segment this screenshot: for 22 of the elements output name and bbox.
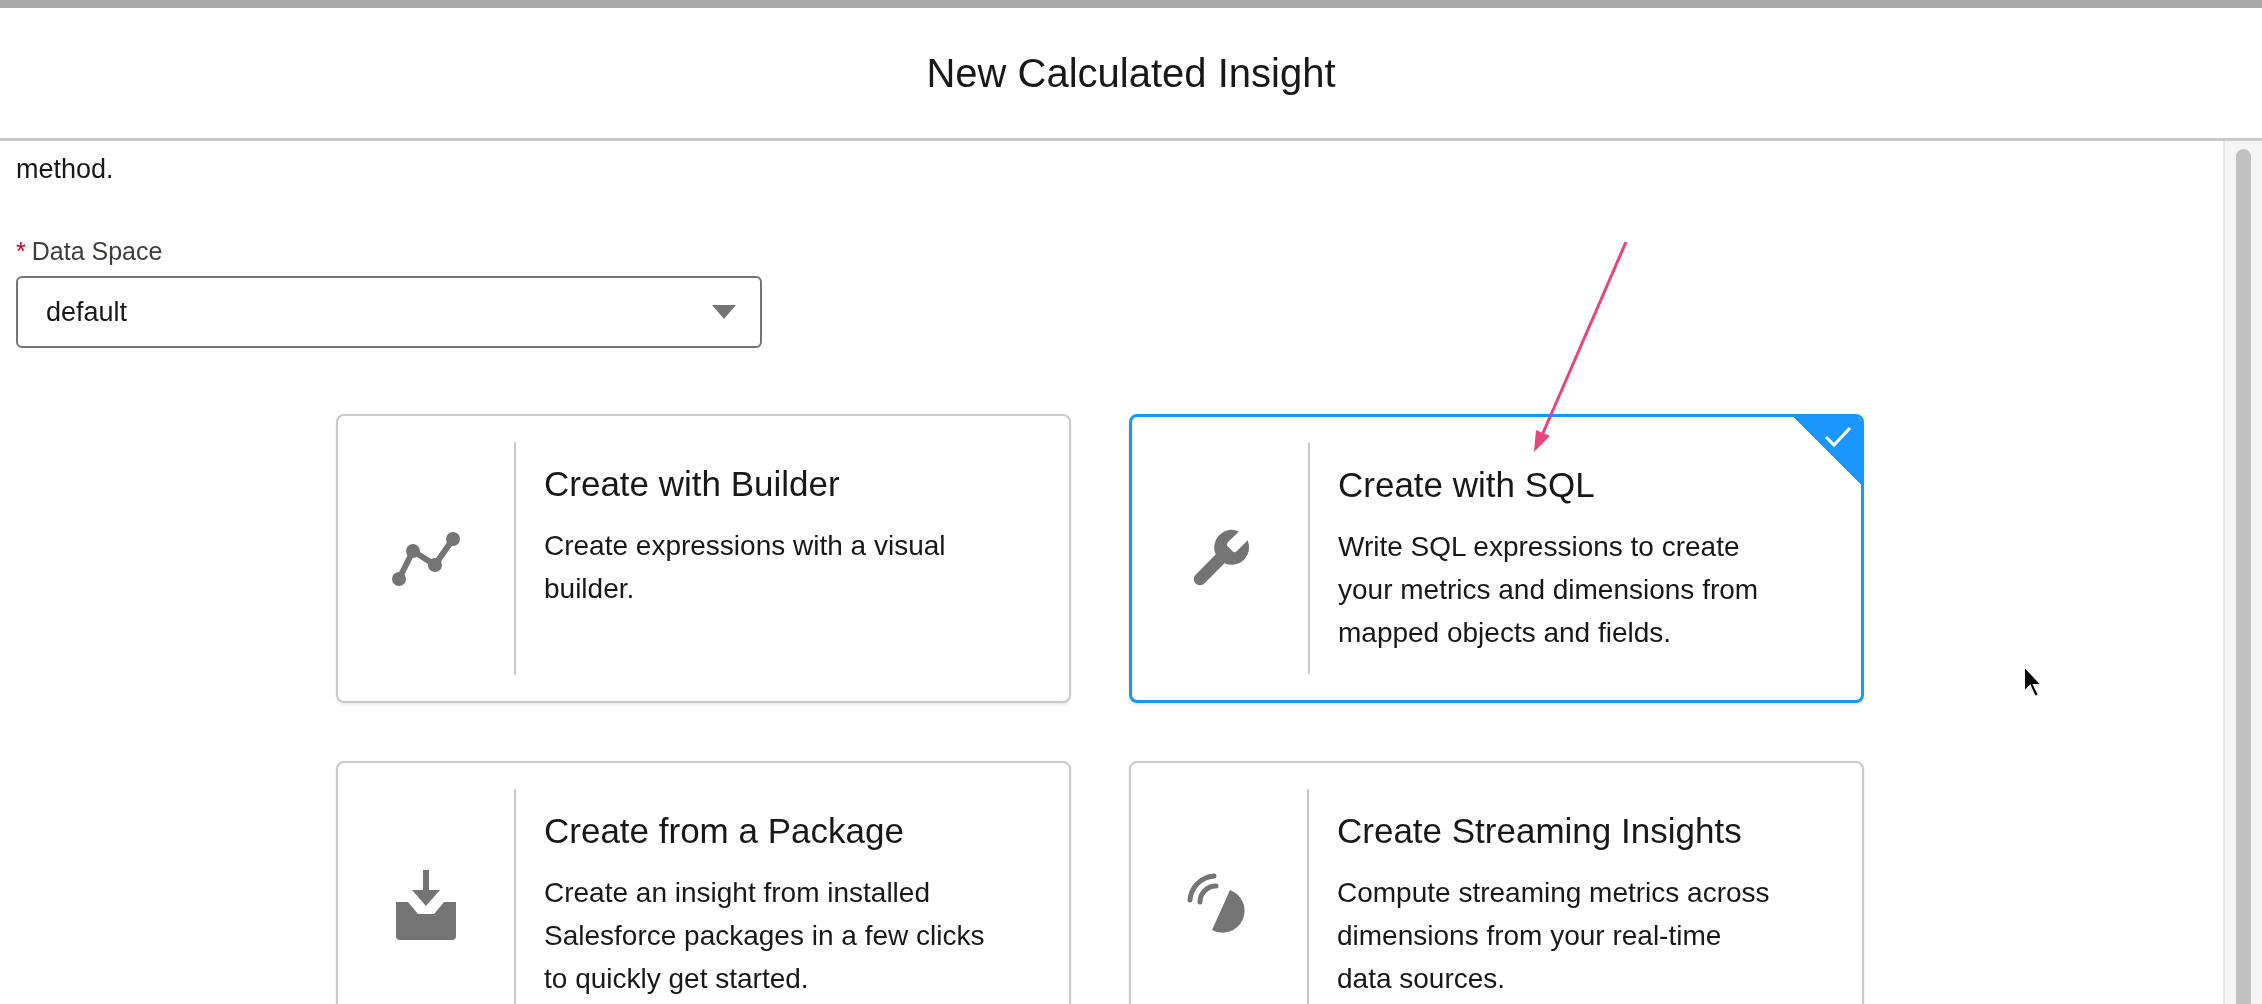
option-card[interactable]: Create Streaming Insights Compute streaming metrics across dimensions from your real-time data sources.	[1129, 761, 1864, 1004]
line-chart-icon	[391, 530, 461, 587]
option-card[interactable]: Create with SQL Write SQL expressions to create your metrics and dimensions from mapped objects and fields.	[1129, 414, 1864, 703]
option-description: Write SQL expressions to create your metrics and dimensions from mapped objects and fields.	[1338, 530, 1760, 650]
option-description: Create expressions with a visual builder.	[544, 529, 947, 606]
option-title: Create Streaming Insights	[1337, 810, 1743, 852]
option-title: Create with SQL	[1338, 464, 1596, 506]
intro-text: method.	[16, 153, 115, 186]
option-description: Create an insight from installed Salesforce packages in a few clicks to quickly get started.	[544, 876, 986, 996]
option-card[interactable]: Create from a Package Create an insight from installed Salesforce packages in a few clicks to quickly get started.	[336, 761, 1071, 1004]
scrollbar[interactable]	[2223, 141, 2262, 1004]
caret-icon	[712, 305, 736, 319]
option-title: Create with Builder	[544, 463, 841, 505]
check-icon	[1823, 425, 1853, 449]
option-description: Compute streaming metrics across dimensions from your real-time data sources.	[1337, 876, 1771, 996]
option-title: Create from a Package	[544, 810, 905, 852]
field-label: Data Space	[31, 237, 163, 266]
data-space-select[interactable]: default	[16, 276, 762, 348]
download-tray-icon	[394, 869, 458, 940]
modal-title: New Calculated Insight	[926, 50, 1336, 96]
required-marker: *	[16, 237, 26, 266]
option-card[interactable]: Create with Builder Create expressions with a visual builder.	[336, 414, 1071, 703]
